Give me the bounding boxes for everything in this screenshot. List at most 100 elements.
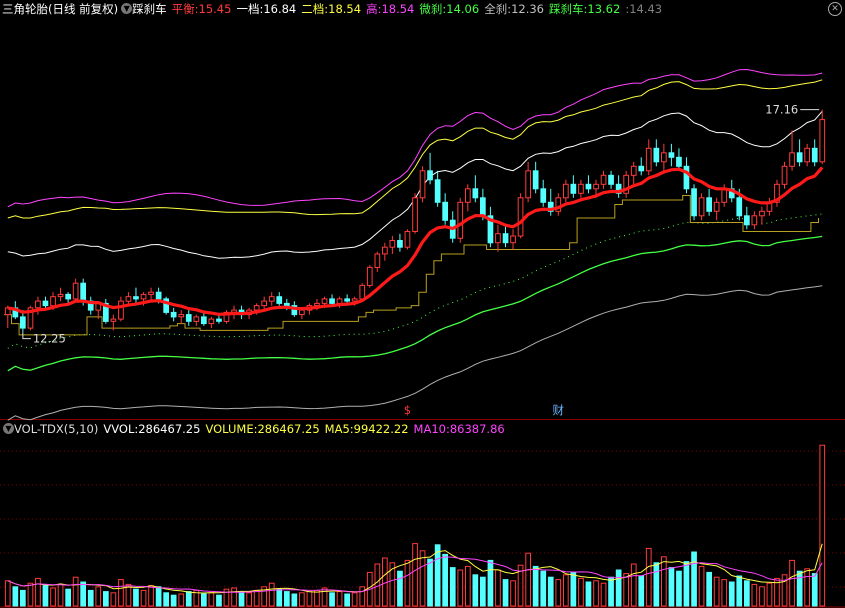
- volume-bar: [465, 565, 471, 607]
- volume-bar: [359, 586, 366, 607]
- close-icon[interactable]: ✕: [828, 2, 842, 16]
- volume-bar: [253, 589, 260, 607]
- candle-body: [412, 197, 418, 233]
- candle-body: [457, 201, 464, 239]
- volume-value-1: 286467.25: [257, 422, 320, 436]
- candle-body: [472, 188, 479, 199]
- volume-bar: [344, 593, 350, 607]
- candle-body: [593, 183, 599, 190]
- volume-bar: [457, 569, 464, 607]
- volume-bar: [72, 576, 79, 607]
- volume-bar: [291, 593, 298, 607]
- candle-body: [796, 152, 803, 163]
- candle-body: [502, 233, 509, 244]
- candle-body: [72, 282, 79, 300]
- candle-body: [706, 197, 712, 212]
- volume-bar: [178, 593, 185, 607]
- candle-body: [465, 188, 471, 203]
- chart-canvas[interactable]: 17.16 12.25 $ 财: [0, 0, 845, 608]
- volume-bar: [563, 574, 569, 607]
- volume-bar: [87, 589, 94, 607]
- volume-bar: [728, 581, 735, 607]
- candle-body: [645, 147, 652, 172]
- candle-body: [178, 314, 185, 318]
- volume-bar: [608, 576, 614, 607]
- indicator-label-5: 全刹:: [484, 2, 512, 16]
- candle-body: [336, 298, 343, 304]
- volume-bar: [585, 581, 592, 607]
- candle-body: [442, 201, 448, 221]
- volume-bar: [35, 577, 41, 607]
- volume-bar: [668, 567, 675, 607]
- candle-body: [80, 282, 87, 302]
- candle-body: [42, 300, 49, 307]
- candle-body: [608, 174, 614, 185]
- volume-bar: [555, 579, 562, 607]
- candle-body: [201, 316, 207, 325]
- candle-body: [359, 284, 366, 300]
- candle-body: [789, 152, 795, 167]
- volume-bar: [495, 569, 501, 607]
- volume-bar: [623, 573, 629, 607]
- volume-bar: [155, 586, 162, 607]
- volume-bar: [80, 581, 87, 607]
- event-marker-s: $: [404, 403, 411, 417]
- chevron-down-icon[interactable]: ▼: [121, 3, 133, 14]
- volume-bar: [329, 592, 335, 607]
- candle-body: [540, 188, 547, 203]
- volume-bar: [314, 589, 320, 607]
- candle-body: [35, 300, 41, 309]
- volume-bar: [789, 559, 795, 607]
- volume-bar: [547, 576, 554, 607]
- candle-body: [532, 170, 539, 190]
- volume-bar: [615, 569, 622, 607]
- candle-body: [20, 316, 26, 329]
- candle-body: [185, 314, 192, 322]
- volume-bar: [208, 592, 215, 607]
- candle-body: [744, 215, 750, 226]
- volume-label-1: VOLUME:: [205, 422, 258, 436]
- candle-body: [630, 165, 637, 176]
- candle-body: [193, 316, 200, 322]
- indicator-value-2: 18.54: [328, 2, 362, 16]
- candle-body: [329, 298, 335, 304]
- event-marker-cai: 财: [553, 403, 565, 417]
- volume-bar: [4, 580, 11, 607]
- volume-bar: [170, 594, 177, 607]
- indicator-header: 三角轮胎(日线 前复权) ▼ 踩刹车 平衡: 15.45 一档: 16.84 二档:…: [0, 1, 667, 17]
- brake-step-line: [4, 195, 819, 336]
- volume-bar: [95, 586, 102, 607]
- volume-label-2: MA5:: [324, 422, 354, 436]
- volume-bar: [185, 591, 192, 607]
- candle-body: [366, 266, 373, 286]
- volume-label-3: MA10:: [413, 422, 450, 436]
- candle-body: [276, 296, 283, 304]
- volume-bar: [238, 591, 245, 607]
- candle-body: [351, 298, 358, 302]
- candle-body: [721, 188, 728, 203]
- volume-bar: [525, 552, 531, 607]
- volume-bar: [502, 579, 509, 607]
- indicator-value-6: 13.62: [587, 2, 621, 16]
- volume-bar: [744, 580, 750, 607]
- candle-body: [525, 170, 531, 199]
- volume-bar: [27, 582, 34, 607]
- volume-bar: [653, 562, 660, 607]
- chevron-down-icon[interactable]: ▼: [3, 423, 14, 434]
- volume-bar: [645, 547, 652, 607]
- candle-body: [216, 318, 222, 322]
- candle-body: [759, 210, 765, 217]
- volume-bar: [487, 559, 494, 607]
- volume-bar: [434, 544, 441, 607]
- candle-body: [125, 296, 132, 302]
- volume-bar: [12, 586, 19, 607]
- candle-body: [570, 183, 577, 194]
- candle-body: [781, 165, 788, 185]
- candle-body: [676, 156, 682, 167]
- indicator-value-7: 14.43: [629, 2, 663, 16]
- volume-bar: [65, 588, 72, 607]
- volume-values: VVOL: 286467.25 VOLUME: 286467.25 MA5: 994…: [103, 421, 509, 437]
- volume-label-0: VVOL:: [103, 422, 139, 436]
- volume-bar: [118, 579, 124, 607]
- volume-bar: [216, 594, 222, 607]
